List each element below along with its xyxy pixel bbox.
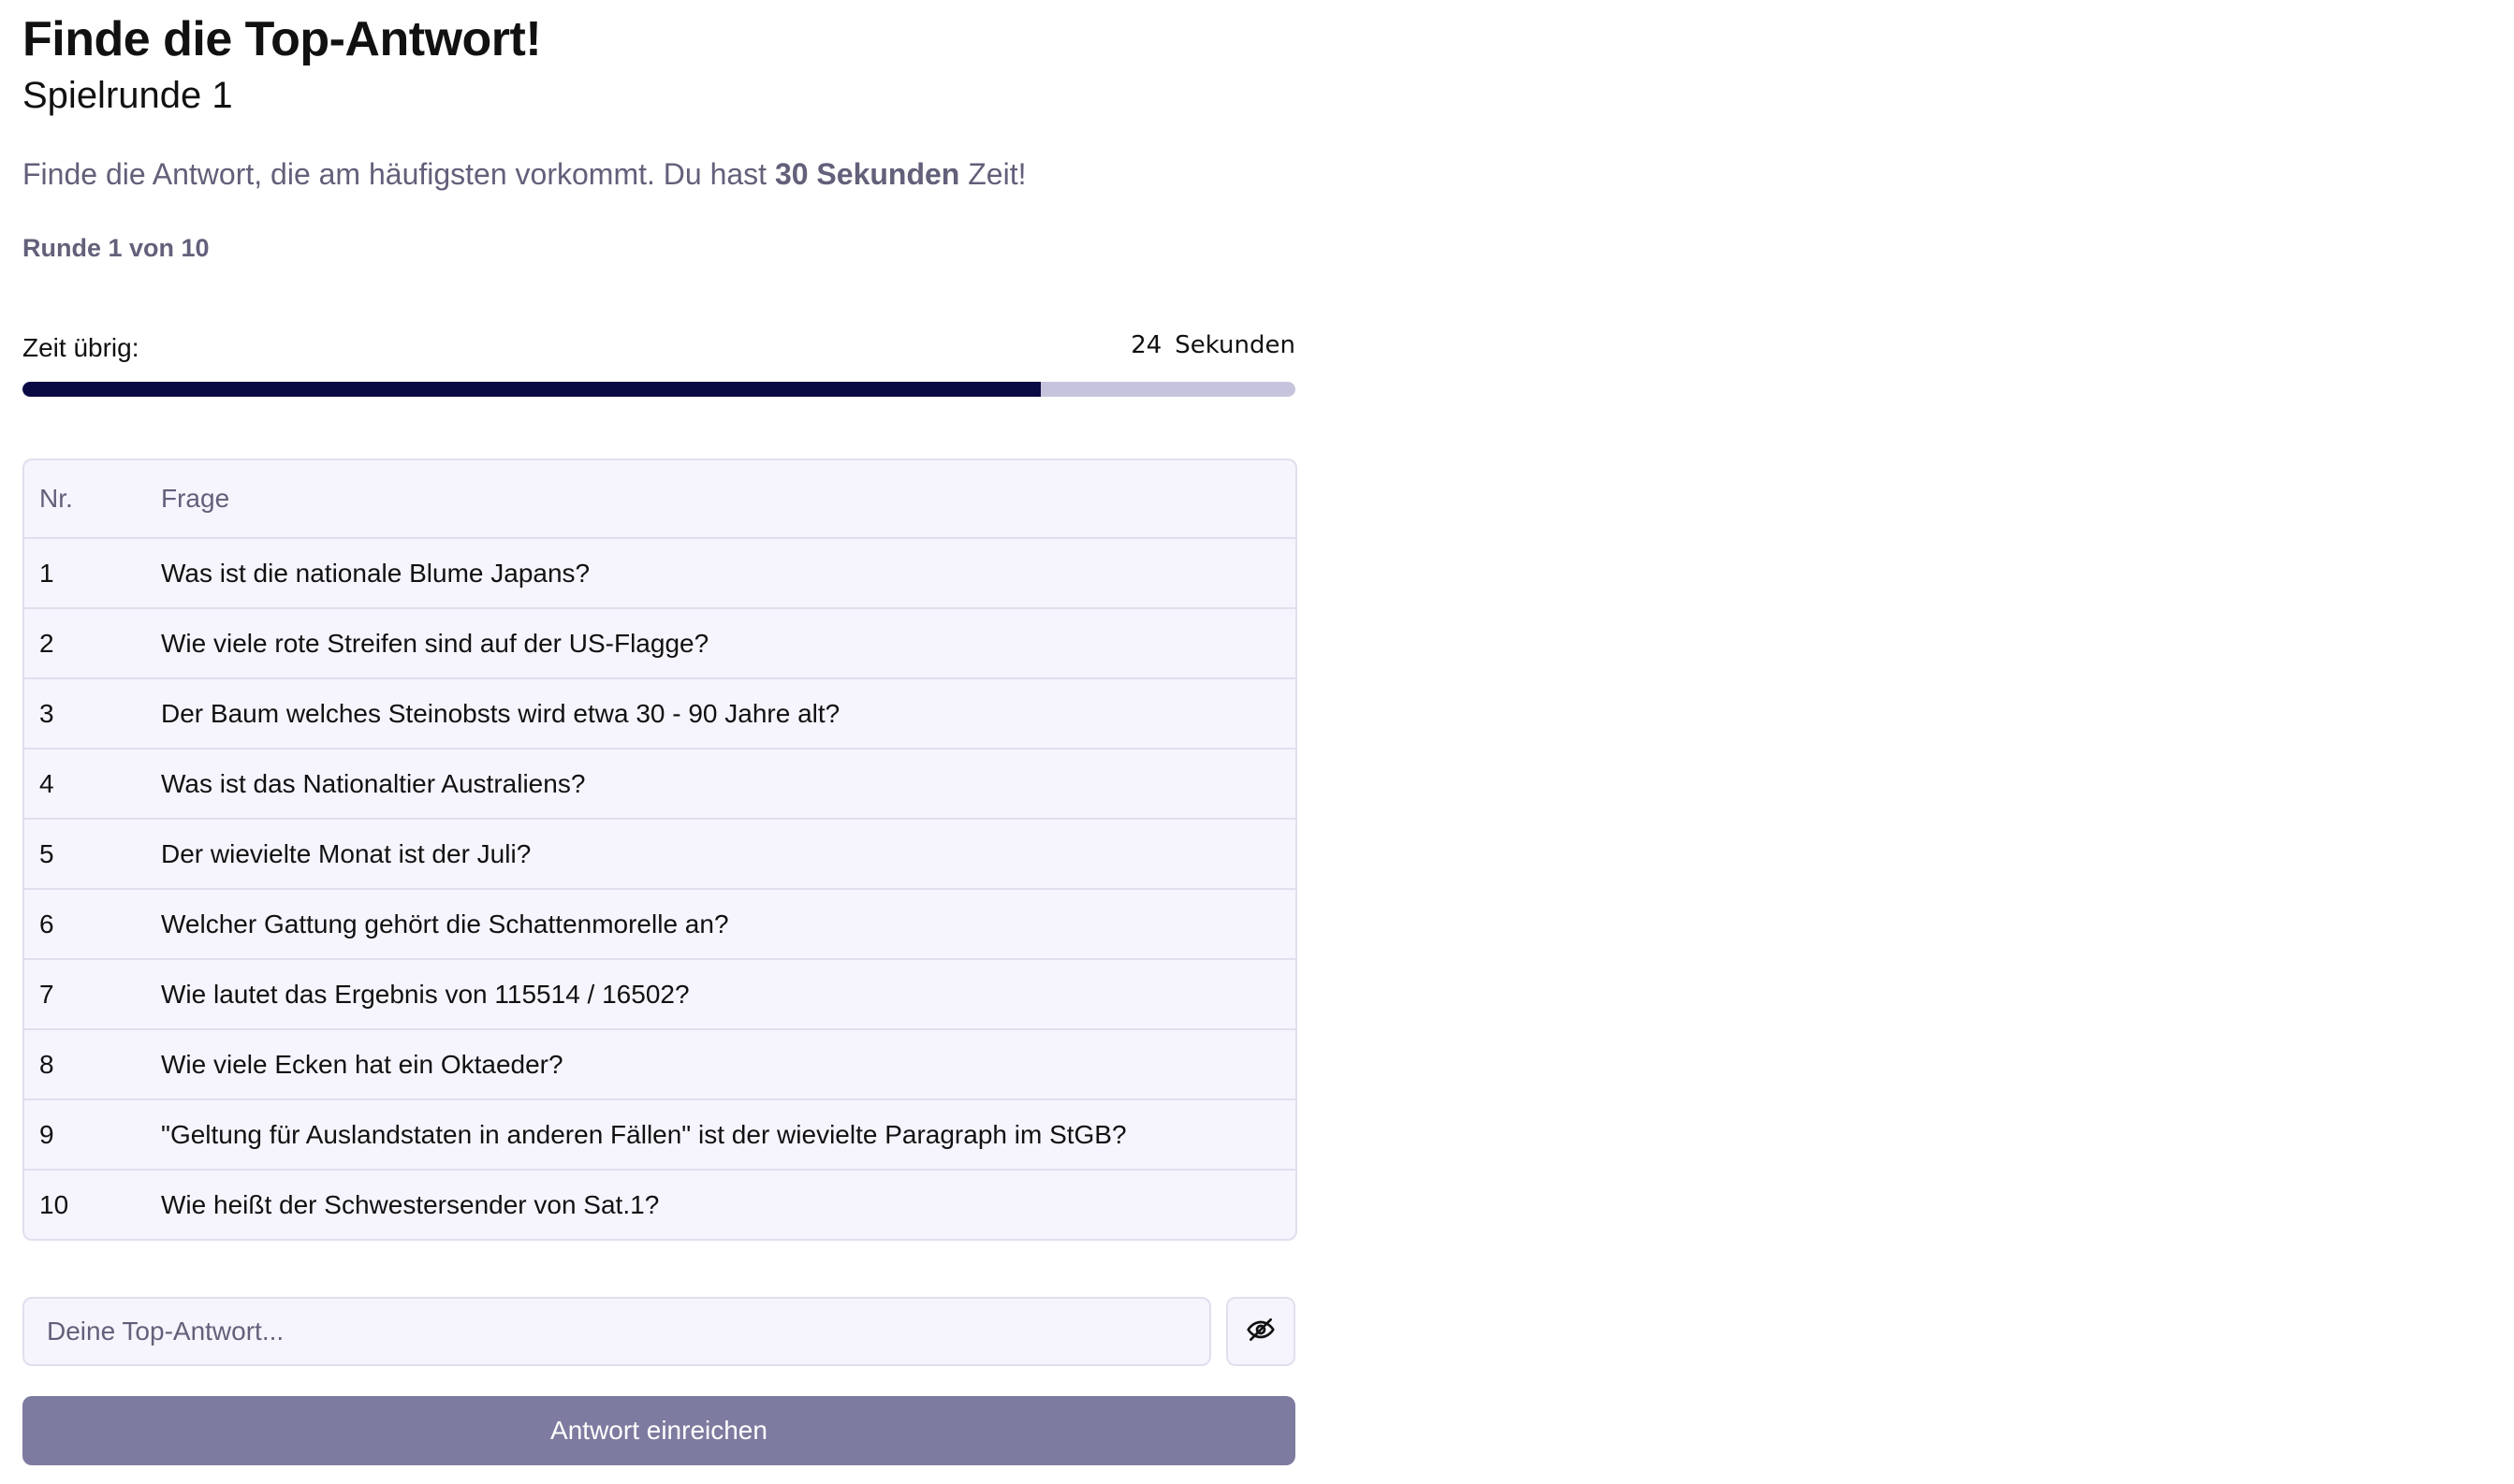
row-number: 9 bbox=[24, 1099, 161, 1171]
row-number: 1 bbox=[24, 538, 161, 609]
row-number: 10 bbox=[39, 1189, 69, 1219]
table-row: 5 Der wievielte Monat ist der Juli? bbox=[24, 819, 1295, 890]
column-header-nr: Nr. bbox=[24, 460, 161, 539]
table-body: 1 Was ist die nationale Blume Japans? 2 Wie… bbox=[24, 538, 1295, 1239]
row-number: 8 bbox=[24, 1029, 161, 1100]
questions-table: Nr. Frage 1 Was ist die nationale Blume J… bbox=[22, 458, 1297, 1241]
row-question: Wie heißt der Schwestersender von Sat.1? bbox=[161, 1189, 660, 1219]
timer-progress-fill bbox=[22, 382, 1041, 397]
table-row: 1 Was ist die nationale Blume Japans? bbox=[24, 538, 1295, 609]
table-row: 3 Der Baum welches Steinobsts wird etwa 3… bbox=[24, 678, 1295, 749]
row-question: Was ist das Nationaltier Australiens? bbox=[161, 749, 1295, 820]
instructions-prefix: Finde die Antwort, die am häufigsten vor… bbox=[22, 157, 775, 191]
visibility-toggle-button[interactable] bbox=[1226, 1297, 1295, 1366]
instructions-emphasis: 30 Sekunden bbox=[774, 157, 960, 191]
table-row: 9 "Geltung für Auslandstaten in anderen F… bbox=[24, 1099, 1295, 1171]
row-question: Der Baum welches Steinobsts wird etwa 30… bbox=[161, 678, 1295, 749]
timer-value: 24 Sekunden bbox=[1131, 331, 1295, 359]
table-row: 2 Wie viele rote Streifen sind auf der US… bbox=[24, 608, 1295, 679]
row-question: Der wievielte Monat ist der Juli? bbox=[161, 819, 1295, 890]
page-title: Finde die Top-Antwort! bbox=[22, 12, 542, 66]
table-row: 7 Wie lautet das Ergebnis von 115514 / 16… bbox=[24, 959, 1295, 1030]
instructions-text: Finde die Antwort, die am häufigsten vor… bbox=[22, 157, 1026, 192]
submit-answer-button[interactable]: Antwort einreichen bbox=[22, 1396, 1295, 1465]
column-header-question: Frage bbox=[161, 460, 1295, 539]
table-row: 8 Wie viele Ecken hat ein Oktaeder? bbox=[24, 1029, 1295, 1100]
timer-progress-bar bbox=[22, 382, 1295, 397]
row-number: 4 bbox=[24, 749, 161, 820]
round-indicator: Runde 1 von 10 bbox=[22, 234, 210, 262]
timer-label: Zeit übrig: bbox=[22, 333, 139, 362]
row-number: 3 bbox=[24, 678, 161, 749]
table-row: 4 Was ist das Nationaltier Australiens? bbox=[24, 749, 1295, 820]
timer-seconds: 24 bbox=[1131, 331, 1162, 359]
instructions-suffix: Zeit! bbox=[959, 157, 1027, 191]
answer-input[interactable] bbox=[22, 1297, 1211, 1366]
timer-row: Zeit übrig: 24 Sekunden bbox=[22, 329, 1295, 367]
row-question: Wie viele Ecken hat ein Oktaeder? bbox=[161, 1029, 1295, 1100]
row-number: 2 bbox=[24, 608, 161, 679]
row-question: "Geltung für Auslandstaten in anderen Fä… bbox=[161, 1099, 1295, 1171]
page-subtitle: Spielrunde 1 bbox=[22, 75, 233, 116]
table-row: 10 Wie heißt der Schwestersender von Sat.… bbox=[24, 1170, 1295, 1239]
row-question: Wie viele rote Streifen sind auf der US-… bbox=[161, 608, 1295, 679]
row-question: Was ist die nationale Blume Japans? bbox=[161, 538, 1295, 609]
row-number: 5 bbox=[24, 819, 161, 890]
row-number: 6 bbox=[24, 889, 161, 960]
row-number: 7 bbox=[24, 959, 161, 1030]
row-question: Welcher Gattung gehört die Schattenmorel… bbox=[161, 889, 1295, 960]
answer-row bbox=[22, 1297, 1295, 1366]
row-question: Wie lautet das Ergebnis von 115514 / 165… bbox=[161, 959, 1295, 1030]
table-header-row: Nr. Frage bbox=[24, 460, 1295, 539]
table-row: 6 Welcher Gattung gehört die Schattenmore… bbox=[24, 889, 1295, 960]
timer-unit: Sekunden bbox=[1175, 331, 1295, 359]
eye-off-icon bbox=[1246, 1315, 1276, 1349]
